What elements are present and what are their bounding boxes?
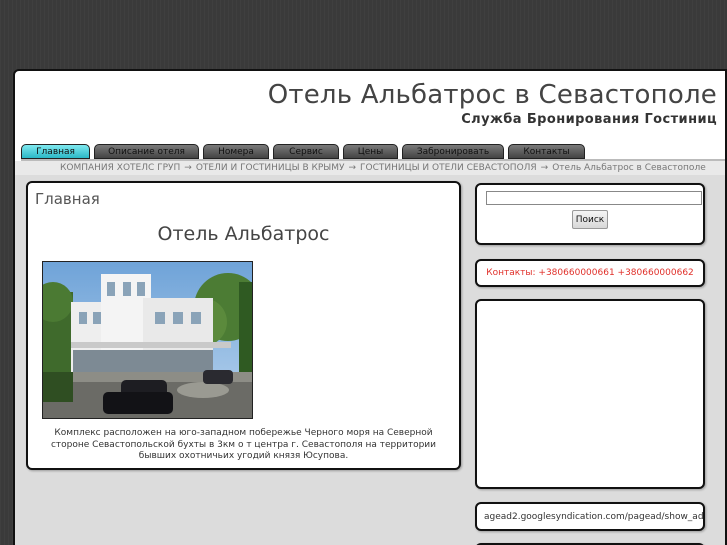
nav-item-service[interactable]: Сервис xyxy=(273,144,339,159)
breadcrumb-separator: → xyxy=(540,163,549,173)
hotel-title: Отель Альбатрос xyxy=(157,223,330,245)
nav-item-rooms[interactable]: Номера xyxy=(203,144,269,159)
breadcrumb-link-sevastopol[interactable]: ГОСТИНИЦЫ И ОТЕЛИ СЕВАСТОПОЛЯ xyxy=(360,163,537,173)
search-widget: Поиск xyxy=(475,183,705,245)
breadcrumb-separator: → xyxy=(184,163,192,173)
breadcrumb-link-company[interactable]: КОМПАНИЯ ХОТЕЛС ГРУП xyxy=(60,163,180,173)
nav-item-home[interactable]: Главная xyxy=(21,144,90,159)
ad-url-widget: agead2.googlesyndication.com/pagead/show… xyxy=(475,502,705,531)
nav-item-prices[interactable]: Цены xyxy=(343,144,398,159)
breadcrumb-separator: → xyxy=(348,163,357,173)
main-nav: Главная Описание отеля Номера Сервис Цен… xyxy=(21,144,585,159)
nav-item-contacts[interactable]: Контакты xyxy=(508,144,585,159)
nav-item-book[interactable]: Забронировать xyxy=(402,144,504,159)
site-subtitle: Служба Бронирования Гостиниц xyxy=(461,112,717,127)
hotel-photo-image xyxy=(43,262,252,418)
main-content-box: Главная Отель Альбатрос Комплекс располо… xyxy=(26,181,461,470)
breadcrumb: КОМПАНИЯ ХОТЕЛС ГРУП → ОТЕЛИ И ГОСТИНИЦЫ В… xyxy=(15,161,725,175)
breadcrumb-link-crimea[interactable]: ОТЕЛИ И ГОСТИНИЦЫ В КРЫМУ xyxy=(196,163,345,173)
search-input[interactable] xyxy=(486,191,702,205)
search-button[interactable]: Поиск xyxy=(572,210,608,229)
ad-url-text: agead2.googlesyndication.com/pagead/show… xyxy=(484,512,704,522)
breadcrumb-current: Отель Альбатрос в Севастополе xyxy=(552,163,706,173)
site-title: Отель Альбатрос в Севастополе xyxy=(267,80,717,110)
hotel-description: Комплекс расположен на юго-западном побе… xyxy=(50,428,436,461)
page-heading: Главная xyxy=(35,190,100,208)
contacts-widget: Контакты: +380660000661 +380660000662 xyxy=(475,259,705,287)
ad-placeholder xyxy=(475,299,705,489)
page-container: Отель Альбатрос в Севастополе Служба Бро… xyxy=(13,69,727,545)
hotel-photo xyxy=(42,261,253,419)
nav-item-hotel-description[interactable]: Описание отеля xyxy=(94,144,199,159)
contacts-phone-text: Контакты: +380660000661 +380660000662 xyxy=(486,268,694,278)
